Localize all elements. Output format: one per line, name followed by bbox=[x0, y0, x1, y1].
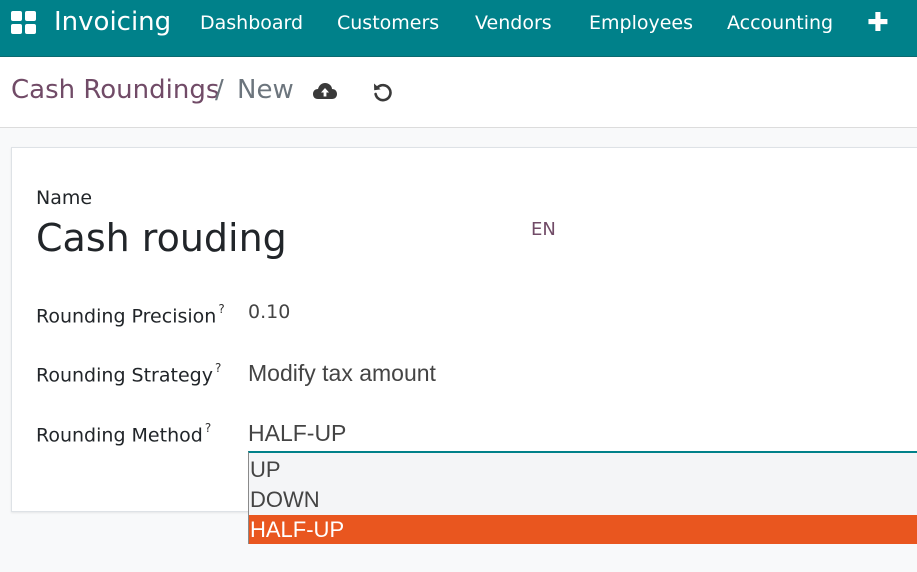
breadcrumb-current: New bbox=[237, 75, 294, 105]
menu-accounting[interactable]: Accounting bbox=[727, 12, 833, 34]
rounding-precision-input[interactable]: 0.10 bbox=[248, 301, 290, 323]
top-navbar: Invoicing Dashboard Customers Vendors Em… bbox=[0, 0, 917, 57]
breadcrumb-parent[interactable]: Cash Roundings bbox=[11, 74, 219, 106]
menu-vendors[interactable]: Vendors bbox=[475, 12, 552, 34]
language-badge[interactable]: EN bbox=[531, 219, 556, 241]
breadcrumb-separator: / bbox=[215, 75, 224, 105]
option-half-up[interactable]: HALF-UP bbox=[249, 515, 917, 544]
apps-grid-icon[interactable] bbox=[11, 11, 37, 35]
rounding-precision-label: Rounding Precision? bbox=[36, 302, 225, 328]
app-name[interactable]: Invoicing bbox=[54, 6, 171, 38]
help-tooltip-icon[interactable]: ? bbox=[215, 361, 221, 375]
help-tooltip-icon[interactable]: ? bbox=[205, 421, 211, 435]
name-label: Name bbox=[36, 187, 93, 209]
rounding-method-select[interactable]: HALF-UP bbox=[248, 420, 346, 447]
rounding-strategy-select[interactable]: Modify tax amount bbox=[248, 360, 436, 387]
menu-employees[interactable]: Employees bbox=[589, 12, 693, 34]
rounding-method-label: Rounding Method? bbox=[36, 421, 212, 447]
menu-customers[interactable]: Customers bbox=[337, 12, 439, 34]
name-input[interactable]: Cash rouding bbox=[36, 215, 287, 261]
option-up[interactable]: UP bbox=[249, 455, 917, 484]
option-down[interactable]: DOWN bbox=[249, 485, 917, 514]
rounding-method-dropdown[interactable]: UP DOWN HALF-UP bbox=[248, 451, 917, 544]
plus-icon[interactable]: ✚ bbox=[867, 10, 889, 36]
rounding-strategy-label: Rounding Strategy? bbox=[36, 361, 222, 387]
control-panel: Cash Roundings / New bbox=[0, 57, 917, 128]
menu-dashboard[interactable]: Dashboard bbox=[200, 12, 303, 34]
help-tooltip-icon[interactable]: ? bbox=[218, 302, 224, 316]
cloud-upload-icon[interactable] bbox=[312, 80, 338, 102]
undo-icon[interactable] bbox=[371, 80, 395, 104]
